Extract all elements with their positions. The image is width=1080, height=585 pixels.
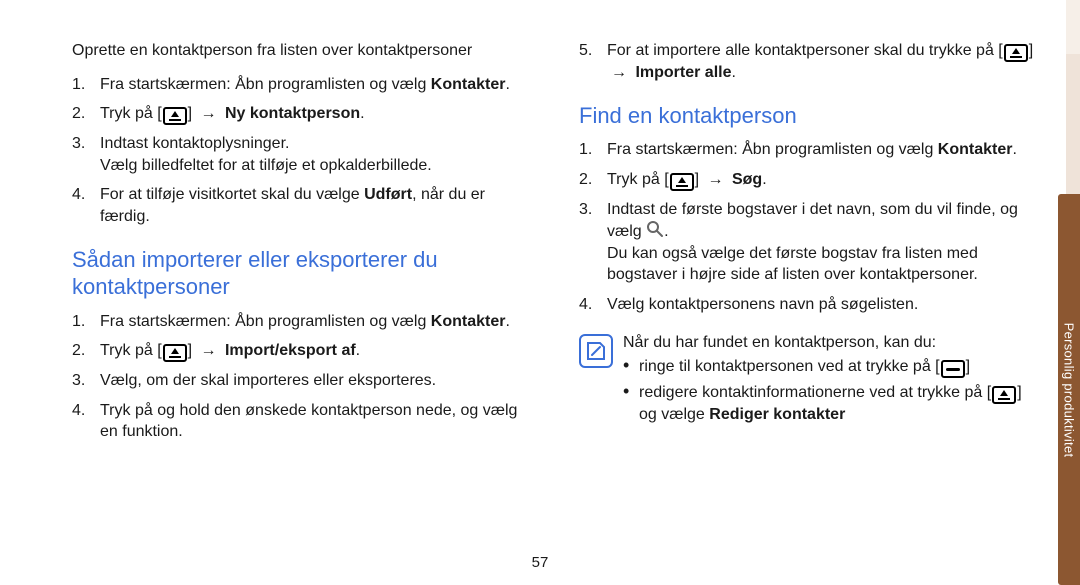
create-step-3: Indtast kontaktoplysninger. Vælg billedf… (72, 133, 531, 176)
side-tab-label: Personlig produktivitet (1062, 322, 1077, 457)
side-tab-faded-1 (1066, 0, 1080, 54)
import-steps-continued: For at importere alle kontaktpersoner sk… (579, 40, 1038, 84)
create-intro: Oprette en kontaktperson fra listen over… (72, 40, 531, 62)
page-content: Oprette en kontaktperson fra listen over… (0, 0, 1080, 585)
import-step-4: Tryk på og hold den ønskede kontaktperso… (72, 400, 531, 443)
import-step-5: For at importere alle kontaktpersoner sk… (579, 40, 1038, 84)
side-tabs: Personlig produktivitet (1054, 0, 1080, 585)
note-body: Når du har fundet en kontaktperson, kan … (623, 334, 1038, 426)
find-step-3: Indtast de første bogstaver i det navn, … (579, 199, 1038, 286)
find-step-1: Fra startskærmen: Åbn programlisten og v… (579, 139, 1038, 161)
menu-icon (1004, 44, 1028, 62)
create-step-1: Fra startskærmen: Åbn programlisten og v… (72, 74, 531, 96)
side-tab-active: Personlig produktivitet (1058, 194, 1080, 585)
import-steps: Fra startskærmen: Åbn programlisten og v… (72, 311, 531, 443)
call-key-icon (941, 360, 965, 378)
menu-icon (163, 107, 187, 125)
create-step-2: Tryk på [] → Ny kontaktperson. (72, 103, 531, 125)
note-item-2: redigere kontaktinformationerne ved at t… (623, 382, 1038, 426)
create-step-4: For at tilføje visitkortet skal du vælge… (72, 184, 531, 227)
left-column: Oprette en kontaktperson fra listen over… (72, 40, 531, 567)
search-icon (646, 220, 664, 238)
create-steps: Fra startskærmen: Åbn programlisten og v… (72, 74, 531, 228)
import-step-1: Fra startskærmen: Åbn programlisten og v… (72, 311, 531, 333)
note-intro: Når du har fundet en kontaktperson, kan … (623, 334, 1038, 352)
note-icon (579, 334, 613, 368)
find-steps: Fra startskærmen: Åbn programlisten og v… (579, 139, 1038, 316)
note-item-1: ringe til kontaktpersonen ved at trykke … (623, 356, 1038, 378)
note-block: Når du har fundet en kontaktperson, kan … (579, 334, 1038, 426)
right-column: For at importere alle kontaktpersoner sk… (579, 40, 1038, 567)
find-step-2: Tryk på [] → Søg. (579, 169, 1038, 191)
side-tab-faded-2 (1066, 54, 1080, 194)
import-heading: Sådan importerer eller eksporterer du ko… (72, 246, 531, 301)
find-heading: Find en kontaktperson (579, 102, 1038, 130)
find-step-4: Vælg kontaktpersonens navn på søgelisten… (579, 294, 1038, 316)
menu-icon (670, 173, 694, 191)
menu-icon (163, 344, 187, 362)
menu-icon (992, 386, 1016, 404)
import-step-3: Vælg, om der skal importeres eller ekspo… (72, 370, 531, 392)
import-step-2: Tryk på [] → Import/eksport af. (72, 340, 531, 362)
page-number: 57 (0, 554, 1080, 571)
